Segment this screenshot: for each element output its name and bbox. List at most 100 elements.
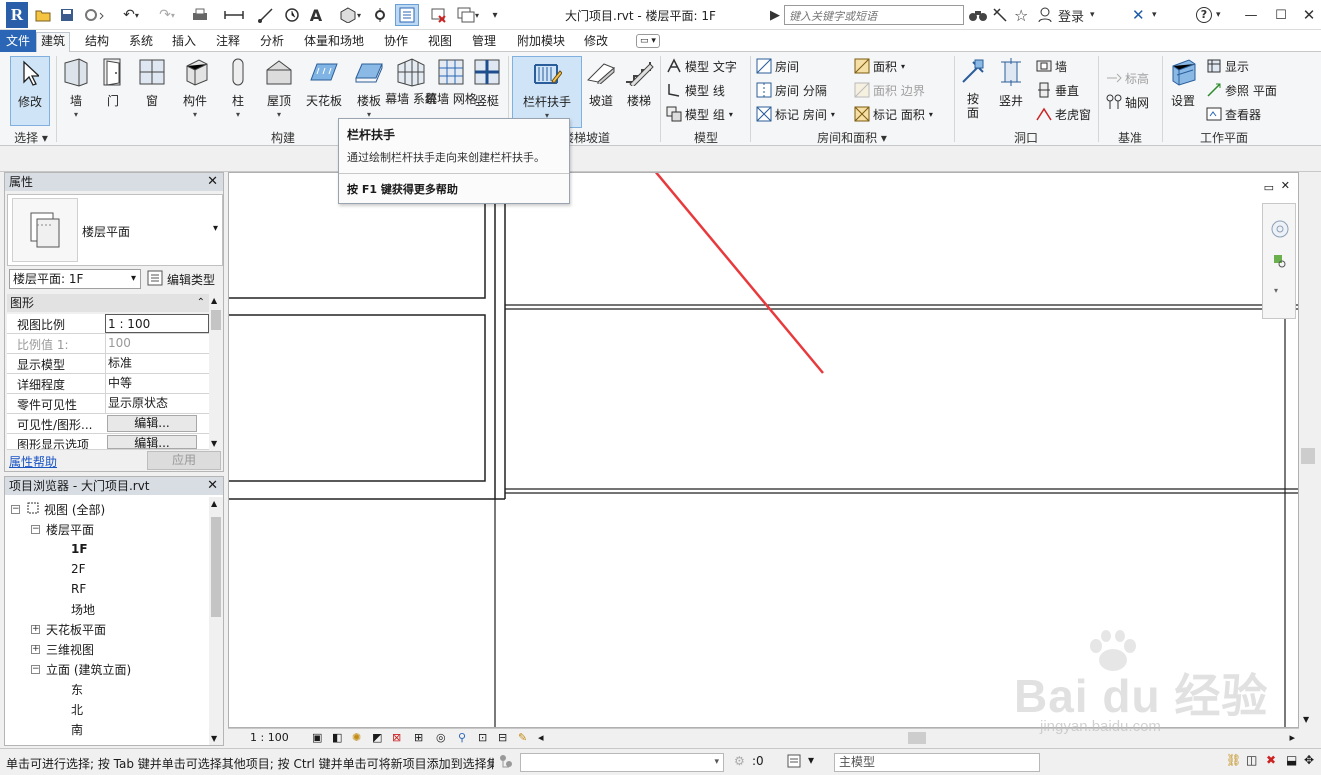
properties-help-link[interactable]: 属性帮助 <box>9 453 57 470</box>
scroll-thumb[interactable] <box>211 310 221 330</box>
tab-structure[interactable]: 结构 <box>81 33 113 52</box>
dormer-opening-button[interactable]: 老虎窗 <box>1036 104 1091 124</box>
tag-room-dropdown-icon[interactable]: ▾ <box>831 110 835 119</box>
thin-lines-icon[interactable] <box>395 4 419 26</box>
collapse-icon[interactable]: − <box>31 524 40 534</box>
tag-area-dropdown-icon[interactable]: ▾ <box>929 110 933 119</box>
component-button[interactable]: 构件 ▾ <box>176 56 214 126</box>
tree-node-rf[interactable]: RF <box>71 579 86 599</box>
scroll-down-icon[interactable]: ▼ <box>211 734 217 743</box>
save-icon[interactable] <box>58 4 76 26</box>
panel-select-label[interactable]: 选择 ▾ <box>8 129 54 145</box>
scroll-left-icon[interactable]: ◂ <box>538 731 544 744</box>
analytical-model-icon[interactable]: ⊟ <box>498 731 507 744</box>
close-window-icon[interactable]: ✕ <box>1298 5 1320 25</box>
favorites-star-icon[interactable]: ☆ <box>1014 5 1028 25</box>
tree-node-3d-views[interactable]: + 三维视图 <box>31 639 94 659</box>
tab-insert[interactable]: 插入 <box>168 33 200 52</box>
expand-icon[interactable]: + <box>31 644 40 654</box>
help-icon[interactable]: ? <box>1196 5 1212 25</box>
visibility-graphics-edit-button[interactable]: 编辑... <box>107 415 197 432</box>
worksets-icon[interactable] <box>498 753 514 774</box>
graphic-display-edit-button[interactable]: 编辑... <box>107 435 197 449</box>
design-options-icon[interactable] <box>786 753 802 772</box>
minimize-icon[interactable]: — <box>1240 5 1262 25</box>
door-button[interactable]: 门 <box>98 56 128 126</box>
scroll-thumb[interactable] <box>1301 448 1315 464</box>
modify-button[interactable]: 修改 <box>10 56 50 126</box>
model-line-button[interactable]: 模型 线 <box>666 80 725 100</box>
visual-style-icon[interactable]: ◧ <box>332 731 342 744</box>
select-underlay-icon[interactable]: ◫ <box>1246 753 1257 767</box>
temporary-hide-icon[interactable]: ◎ <box>436 731 446 744</box>
canvas-vertical-scrollbar[interactable]: ▼ <box>1299 172 1317 728</box>
temporary-view-properties-icon[interactable]: ⊡ <box>478 731 487 744</box>
tag-room-button[interactable]: 标记 房间 ▾ <box>756 104 835 124</box>
reference-plane-button[interactable]: 参照 平面 <box>1206 80 1277 100</box>
measure-icon[interactable] <box>220 4 248 26</box>
scroll-thumb[interactable] <box>211 517 221 617</box>
binoculars-icon[interactable] <box>969 5 987 25</box>
shaft-button[interactable]: 竖井 <box>994 56 1028 126</box>
tab-architecture[interactable]: 建筑 <box>36 32 71 53</box>
editing-requests-icon[interactable]: ⚙ <box>734 754 745 768</box>
zoom-icon[interactable] <box>1273 254 1287 273</box>
curtain-grid-button[interactable]: 幕墙 网格 <box>425 56 477 126</box>
show-workplane-button[interactable]: 显示 <box>1206 56 1249 76</box>
exchange-apps-icon[interactable]: ✕ <box>1132 5 1145 25</box>
aligned-dimension-icon[interactable] <box>256 4 276 26</box>
viewer-button[interactable]: 查看器 <box>1206 104 1261 124</box>
collapse-icon[interactable]: − <box>31 664 40 674</box>
shadows-icon[interactable]: ◩ <box>372 731 382 744</box>
drag-on-selection-icon[interactable]: ✥ <box>1304 753 1314 767</box>
tab-file[interactable]: 文件 <box>0 30 37 52</box>
3d-view-icon[interactable]: ▾ <box>336 4 364 26</box>
curtain-system-button[interactable]: 幕墙 系统 <box>385 56 437 126</box>
communication-icon[interactable] <box>992 5 1008 25</box>
grid-button[interactable]: 轴网 <box>1106 92 1149 112</box>
room-button[interactable]: 房间 <box>756 56 799 76</box>
switch-windows-icon[interactable]: ▾ <box>454 4 482 26</box>
room-separator-button[interactable]: 房间 分隔 <box>756 80 827 100</box>
highlight-displacement-icon[interactable]: ✎ <box>518 731 527 744</box>
user-icon[interactable] <box>1038 5 1052 25</box>
tab-collaborate[interactable]: 协作 <box>380 33 412 52</box>
search-input[interactable]: 键入关键字或短语 <box>784 5 964 25</box>
help-dropdown-icon[interactable]: ▾ <box>1216 5 1221 25</box>
wall-opening-button[interactable]: 墙 <box>1036 56 1067 76</box>
tag-area-button[interactable]: 标记 面积 ▾ <box>854 104 933 124</box>
redo-icon[interactable]: ↷ ▾ <box>152 4 182 26</box>
ribbon-minimize-toggle-icon[interactable]: ▭ ▾ <box>636 34 660 48</box>
sync-icon[interactable] <box>82 4 108 26</box>
set-workplane-button[interactable]: 设置 <box>1166 56 1200 126</box>
steering-wheel-icon[interactable] <box>1271 220 1289 241</box>
model-text-button[interactable]: 模型 文字 <box>666 56 737 76</box>
open-icon[interactable] <box>34 4 52 26</box>
scroll-up-icon[interactable]: ▲ <box>211 499 217 508</box>
expand-icon[interactable]: + <box>31 624 40 634</box>
exchange-dropdown-icon[interactable]: ▾ <box>1152 5 1157 25</box>
tab-analyze[interactable]: 分析 <box>256 33 288 52</box>
parts-visibility-value[interactable]: 显示原状态 <box>105 394 209 413</box>
tree-node-south[interactable]: 南 <box>71 719 83 739</box>
properties-scrollbar[interactable]: ▲ ▼ <box>209 294 223 450</box>
view-scale-input[interactable]: 1 : 100 <box>105 314 209 333</box>
model-group-button[interactable]: 模型 组 ▾ <box>666 104 733 124</box>
tree-node-north[interactable]: 北 <box>71 699 83 719</box>
tab-massing-site[interactable]: 体量和场地 <box>300 33 368 52</box>
text-icon[interactable]: A <box>306 4 326 26</box>
component-dropdown-icon[interactable]: ▾ <box>193 110 197 119</box>
apply-button[interactable]: 应用 <box>147 451 221 470</box>
instance-filter-select[interactable]: 楼层平面: 1F ▾ <box>9 269 141 289</box>
graphics-category-header[interactable]: 图形 ⌃ <box>7 294 209 312</box>
close-properties-icon[interactable]: ✕ <box>207 173 218 191</box>
design-option-select[interactable]: 主模型 <box>834 753 1040 772</box>
panel-room-area-label[interactable]: 房间和面积 ▾ <box>752 129 952 145</box>
reveal-hidden-icon[interactable]: ⚲ <box>458 731 466 744</box>
undo-icon[interactable]: ↶ ▾ <box>116 4 146 26</box>
tree-node-site[interactable]: 场地 <box>71 599 95 619</box>
level-button[interactable]: 标高 <box>1106 68 1149 88</box>
maximize-icon[interactable]: ☐ <box>1270 5 1292 25</box>
type-dropdown-icon[interactable]: ▾ <box>213 223 218 234</box>
select-pinned-icon[interactable]: ✖ <box>1266 753 1276 767</box>
